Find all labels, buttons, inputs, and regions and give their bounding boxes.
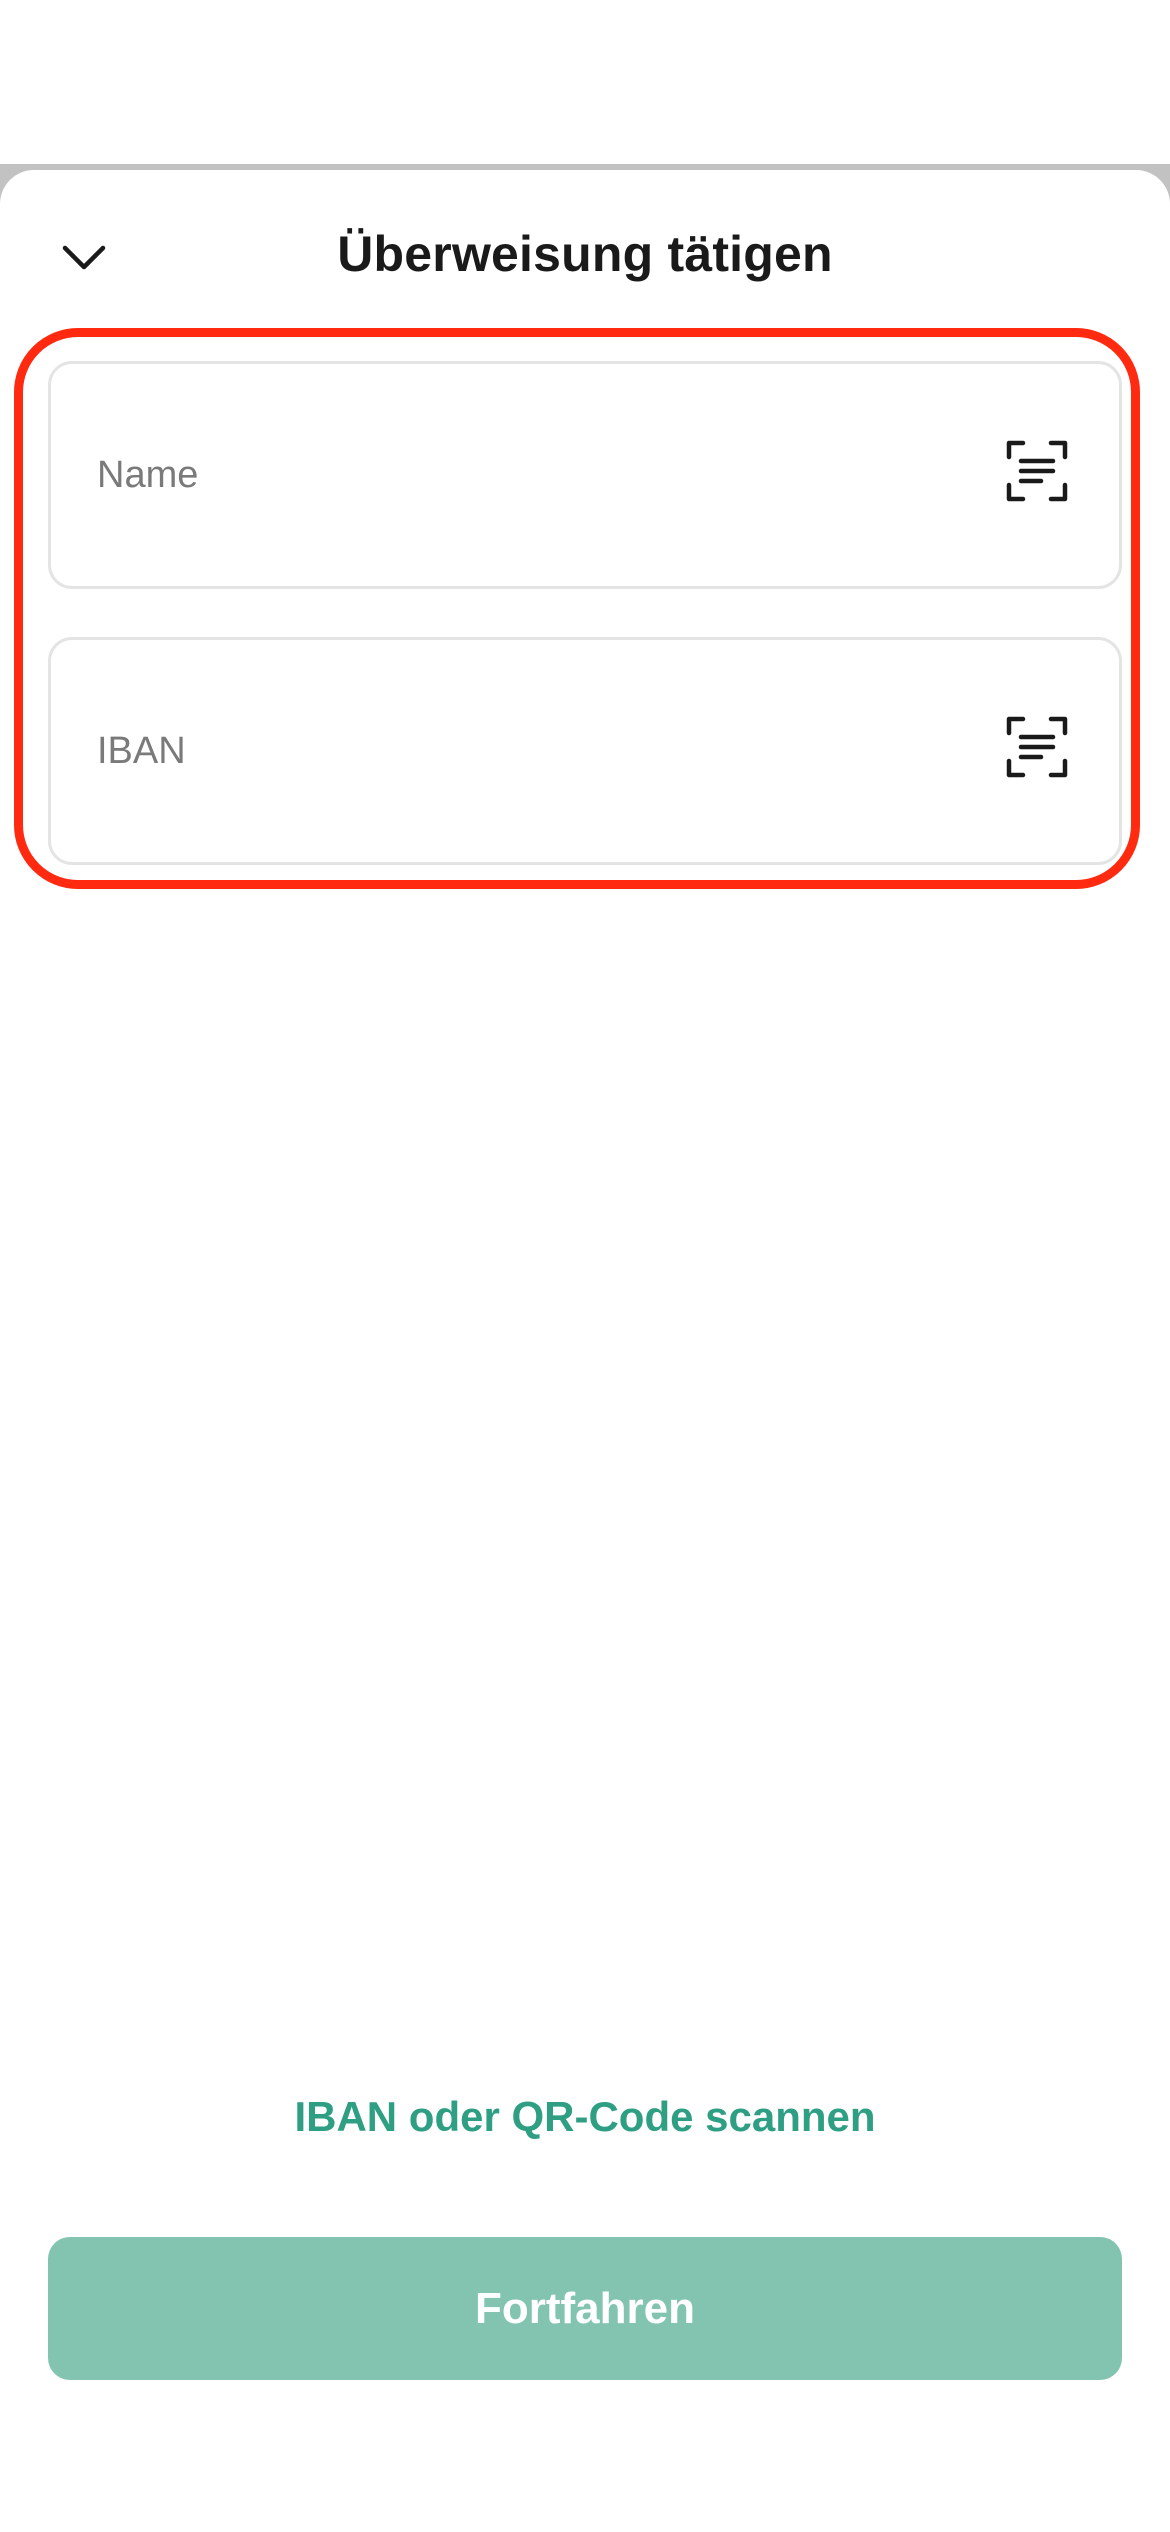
iban-input[interactable] (97, 640, 977, 862)
scan-iban-qr-link[interactable]: IBAN oder QR-Code scannen (0, 2084, 1170, 2150)
status-bar-area (0, 0, 1170, 165)
text-scan-icon (1006, 440, 1068, 502)
iban-scan-button[interactable] (1005, 715, 1069, 779)
iban-field[interactable] (48, 637, 1122, 865)
continue-button[interactable]: Fortfahren (48, 2237, 1122, 2380)
page-title: Überweisung tätigen (337, 226, 833, 282)
text-scan-icon (1006, 716, 1068, 778)
name-field[interactable] (48, 361, 1122, 589)
name-scan-button[interactable] (1005, 439, 1069, 503)
name-input[interactable] (97, 364, 977, 586)
